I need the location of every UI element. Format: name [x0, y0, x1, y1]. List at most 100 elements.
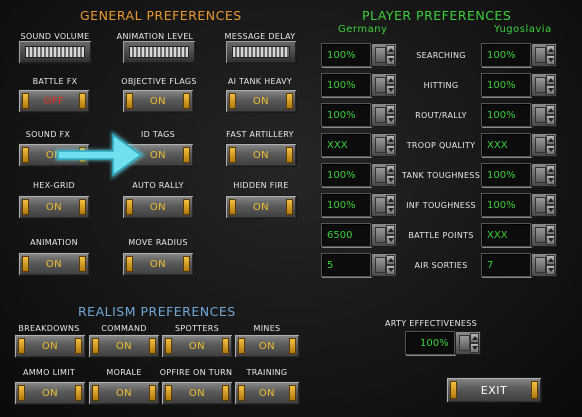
breakdowns-toggle[interactable]: ON [14, 334, 86, 358]
player-right-value: 100% [487, 79, 516, 91]
spinner-down-icon[interactable] [546, 205, 555, 215]
move-radius-label: MOVE RADIUS [128, 238, 188, 247]
mines-label: MINES [253, 324, 281, 333]
realism-preferences-header: REALISM PREFERENCES [78, 304, 236, 319]
spinner-up-icon[interactable] [546, 165, 555, 175]
player-row-label: BATTLE POINTS [408, 231, 474, 240]
spinner-down-icon[interactable] [546, 265, 555, 275]
spinner-down-icon[interactable] [546, 145, 555, 155]
player-left-value: 100% [327, 49, 356, 61]
spinner-down-icon[interactable] [546, 85, 555, 95]
spinner-up-icon[interactable] [546, 195, 555, 205]
player-right-value: 100% [487, 199, 516, 211]
player-left-value: 100% [327, 169, 356, 181]
player-left-value: 100% [327, 79, 356, 91]
spinner-down-icon[interactable] [546, 55, 555, 65]
arty-effectiveness-spinner[interactable] [455, 331, 481, 355]
opfire-on-turn-toggle[interactable]: ON [161, 381, 233, 405]
player-right-spinner[interactable] [531, 43, 557, 67]
arty-effectiveness-value: 100% [420, 337, 449, 349]
hidden-fire-toggle[interactable]: ON [225, 195, 297, 219]
spinner-up-icon[interactable] [546, 75, 555, 85]
training-toggle[interactable]: ON [234, 381, 300, 405]
spotters-label: SPOTTERS [175, 324, 219, 333]
spinner-up-icon[interactable] [546, 255, 555, 265]
player-right-value-box: 100% [481, 43, 531, 67]
battle-fx-toggle[interactable]: OFF [18, 89, 90, 113]
player-right-value-box: 100% [481, 73, 531, 97]
player-left-value: 100% [327, 199, 356, 211]
spinner-up-icon[interactable] [546, 45, 555, 55]
opfire-on-turn-label: OPFIRE ON TURN [159, 368, 233, 377]
move-radius-toggle[interactable]: ON [122, 252, 194, 276]
command-value: ON [115, 340, 133, 352]
sound-volume-slider[interactable] [18, 40, 92, 64]
ammo-limit-value: ON [41, 387, 59, 399]
morale-value: ON [115, 387, 133, 399]
player-right-spinner[interactable] [531, 133, 557, 157]
player-left-value: 100% [327, 109, 356, 121]
hex-grid-toggle[interactable]: ON [18, 195, 90, 219]
spinner-down-icon[interactable] [470, 343, 479, 353]
move-radius-value: ON [149, 258, 167, 270]
player-right-value: 100% [487, 169, 516, 181]
pointer-arrow-icon [55, 130, 146, 180]
ai-tank-heavy-toggle[interactable]: ON [225, 89, 297, 113]
player-left-value: 6500 [327, 229, 353, 241]
player-right-name: Yugoslavia [494, 24, 552, 35]
general-preferences-header: GENERAL PREFERENCES [80, 8, 242, 23]
battle-fx-value: OFF [43, 95, 65, 107]
player-right-spinner[interactable] [531, 223, 557, 247]
player-right-value-box: 100% [481, 103, 531, 127]
spinner-down-icon[interactable] [546, 235, 555, 245]
exit-button[interactable]: EXIT [446, 377, 542, 403]
spinner-up-icon[interactable] [546, 225, 555, 235]
auto-rally-value: ON [149, 201, 167, 213]
player-left-value-box: 100% [321, 163, 371, 187]
message-delay-slider[interactable] [225, 40, 297, 64]
ammo-limit-label: AMMO LIMIT [22, 368, 76, 377]
exit-label: EXIT [480, 383, 508, 397]
auto-rally-toggle[interactable]: ON [122, 195, 194, 219]
spinner-down-icon[interactable] [546, 175, 555, 185]
hex-grid-value: ON [45, 201, 63, 213]
arty-effectiveness-value-box: 100% [405, 331, 455, 355]
arty-effectiveness-label: ARTY EFFECTIVENESS [384, 319, 478, 328]
player-left-value-box: 100% [321, 103, 371, 127]
player-right-spinner[interactable] [531, 103, 557, 127]
animation-level-slider[interactable] [122, 40, 196, 64]
spinner-up-icon[interactable] [546, 135, 555, 145]
player-right-value: 100% [487, 109, 516, 121]
spinner-down-icon[interactable] [546, 115, 555, 125]
player-right-spinner[interactable] [531, 253, 557, 277]
animation-toggle[interactable]: ON [18, 252, 90, 276]
ammo-limit-toggle[interactable]: ON [14, 381, 86, 405]
player-left-value-box: 5 [321, 253, 371, 277]
fast-artillery-label: FAST ARTILLERY [226, 130, 294, 139]
battle-fx-label: BATTLE FX [32, 77, 78, 86]
player-row-label: INF TOUGHNESS [406, 201, 476, 210]
command-toggle[interactable]: ON [88, 334, 160, 358]
player-right-value-box: 7 [481, 253, 531, 277]
player-preferences-header: PLAYER PREFERENCES [362, 8, 512, 23]
player-right-value-box: XXX [481, 223, 531, 247]
player-right-spinner[interactable] [531, 193, 557, 217]
breakdowns-label: BREAKDOWNS [18, 324, 80, 333]
spinner-up-icon[interactable] [470, 333, 479, 343]
morale-toggle[interactable]: ON [88, 381, 160, 405]
animation-value: ON [45, 258, 63, 270]
spotters-toggle[interactable]: ON [161, 334, 233, 358]
objective-flags-toggle[interactable]: ON [122, 89, 194, 113]
player-right-value-box: 100% [481, 163, 531, 187]
player-left-value: 5 [327, 259, 334, 271]
player-right-spinner[interactable] [531, 163, 557, 187]
player-right-value: XXX [487, 229, 508, 241]
spinner-up-icon[interactable] [546, 105, 555, 115]
training-label: TRAINING [246, 368, 288, 377]
player-right-spinner[interactable] [531, 73, 557, 97]
player-left-value-box: XXX [321, 133, 371, 157]
mines-toggle[interactable]: ON [234, 334, 300, 358]
spotters-value: ON [188, 340, 206, 352]
player-row-label: HITTING [423, 81, 459, 90]
fast-artillery-toggle[interactable]: ON [225, 143, 297, 167]
